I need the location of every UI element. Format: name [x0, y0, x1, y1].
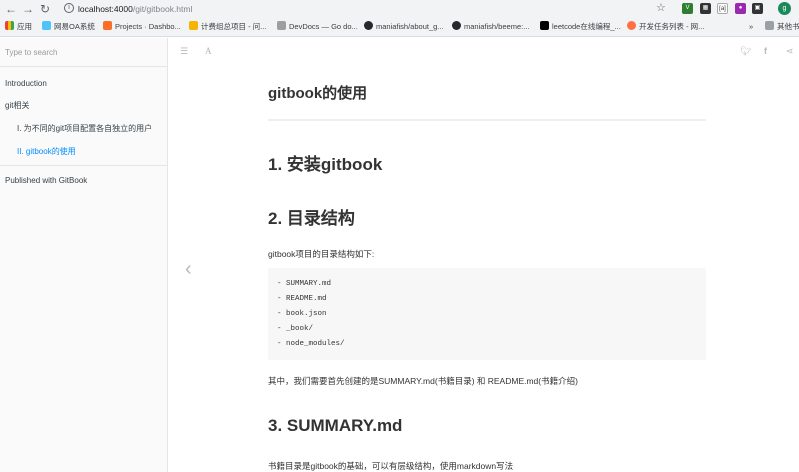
- tasks-icon: [627, 21, 636, 30]
- oa-icon: [42, 21, 51, 30]
- bookmark-label: DevDocs — Go do...: [289, 22, 358, 31]
- extension-bracket-icon[interactable]: [a]: [717, 3, 728, 14]
- forward-icon[interactable]: →: [21, 2, 35, 16]
- bookmark-apps[interactable]: 应用: [5, 20, 32, 34]
- facebook-icon[interactable]: f: [764, 46, 767, 56]
- bookmark-label: Projects · Dashbo...: [115, 22, 181, 31]
- leetcode-icon: [540, 21, 549, 30]
- book-body: ☰ A 🐦︎ f ⋖ ‹ gitbook的使用 1. 安装gitbook 2. …: [169, 38, 799, 472]
- search-input[interactable]: [5, 45, 160, 59]
- bookmark-label: maniafish/about_g...: [376, 22, 444, 31]
- structure-note: 其中，我们需要首先创建的是SUMMARY.md(书籍目录) 和 README.m…: [268, 376, 578, 386]
- bookmark-devdocs[interactable]: DevDocs — Go do...: [277, 20, 358, 34]
- bookmark-label: 应用: [17, 22, 32, 31]
- code-line: - _book/: [277, 325, 314, 333]
- back-icon[interactable]: ←: [4, 2, 18, 16]
- heading-structure: 2. 目录结构: [268, 209, 355, 228]
- bookmark-github-about[interactable]: maniafish/about_g...: [364, 20, 444, 34]
- url-host: localhost:4000: [78, 4, 133, 14]
- devdocs-icon: [277, 21, 286, 30]
- bookmarks-overflow[interactable]: »: [749, 20, 753, 34]
- bookmark-github-beeme[interactable]: maniafish/beeme:...: [452, 20, 529, 34]
- other-bookmarks[interactable]: 其他书: [765, 20, 799, 34]
- code-line: - node_modules/: [277, 340, 345, 348]
- toggle-sidebar-icon[interactable]: ☰: [180, 46, 188, 57]
- bookmark-label: 网易OA系统: [54, 22, 95, 31]
- gitlab-icon: [103, 21, 112, 30]
- reload-icon[interactable]: ↻: [38, 2, 52, 16]
- search-box: [0, 38, 167, 67]
- toc-item-gitbook[interactable]: II. gitbook的使用: [17, 146, 76, 157]
- other-bookmarks-label: 其他书: [777, 22, 799, 31]
- code-line: - book.json: [277, 310, 327, 318]
- bookmark-gitlab[interactable]: Projects · Dashbo...: [103, 20, 181, 34]
- bookmark-billing[interactable]: 计费组总项目 - 问...: [189, 20, 266, 34]
- book-sidebar: Introduction git相关 I. 为不同的git项目配置各自独立的用户…: [0, 38, 168, 472]
- bookmark-leetcode[interactable]: leetcode在线编程_...: [540, 20, 621, 34]
- extension-purple-icon[interactable]: ●: [735, 3, 746, 14]
- browser-chrome: ← → ↻ i localhost:4000/git/gitbook.html …: [0, 0, 799, 37]
- profile-avatar[interactable]: g: [778, 2, 791, 15]
- toc-divider: [0, 165, 167, 166]
- font-settings-icon[interactable]: A: [205, 46, 212, 56]
- code-line: - SUMMARY.md: [277, 280, 332, 288]
- summary-description: 书籍目录是gitbook的基础，可以有层级结构，使用markdown写法: [268, 461, 514, 471]
- toc-item-git[interactable]: git相关: [5, 100, 29, 111]
- bookmark-label: leetcode在线编程_...: [552, 22, 621, 31]
- navigation-bar: ← → ↻ i localhost:4000/git/gitbook.html …: [0, 0, 799, 18]
- bookmark-oa[interactable]: 网易OA系统: [42, 20, 95, 34]
- heading-install: 1. 安装gitbook: [268, 155, 383, 174]
- title-divider: [268, 119, 706, 121]
- heading-summary: 3. SUMMARY.md: [268, 416, 403, 435]
- address-bar[interactable]: i localhost:4000/git/gitbook.html: [58, 2, 670, 16]
- code-block: - SUMMARY.md - README.md - book.json - _…: [268, 268, 706, 360]
- share-icon[interactable]: ⋖: [786, 46, 794, 57]
- toc-item-git-users[interactable]: I. 为不同的git项目配置各自独立的用户: [17, 123, 152, 134]
- toc-item-introduction[interactable]: Introduction: [5, 79, 47, 88]
- folder-icon: [765, 21, 774, 30]
- apps-grid-icon: [5, 21, 14, 30]
- billing-icon: [189, 21, 198, 30]
- extension-film-icon[interactable]: ▣: [752, 3, 763, 14]
- published-with-gitbook-link[interactable]: Published with GitBook: [5, 176, 87, 185]
- bookmark-label: maniafish/beeme:...: [464, 22, 530, 31]
- structure-intro: gitbook项目的目录结构如下:: [268, 249, 375, 259]
- github-icon: [364, 21, 373, 30]
- extension-v-icon[interactable]: V: [682, 3, 693, 14]
- bookmarks-bar: 应用 网易OA系统 Projects · Dashbo... 计费组总项目 - …: [0, 19, 799, 35]
- extension-dark-icon[interactable]: ▦: [700, 3, 711, 14]
- bookmark-tasks[interactable]: 开发任务列表 - 网...: [627, 20, 704, 34]
- twitter-icon[interactable]: 🐦︎: [740, 46, 751, 57]
- bookmark-label: 开发任务列表 - 网...: [639, 22, 705, 31]
- url-path: /git/gitbook.html: [132, 4, 193, 14]
- bookmark-star-icon[interactable]: ☆: [656, 1, 666, 14]
- previous-page-arrow-icon[interactable]: ‹: [185, 258, 192, 281]
- code-line: - README.md: [277, 295, 327, 303]
- bookmark-label: 计费组总项目 - 问...: [201, 22, 267, 31]
- page-title: gitbook的使用: [268, 85, 368, 102]
- github-icon: [452, 21, 461, 30]
- info-icon[interactable]: i: [64, 3, 74, 13]
